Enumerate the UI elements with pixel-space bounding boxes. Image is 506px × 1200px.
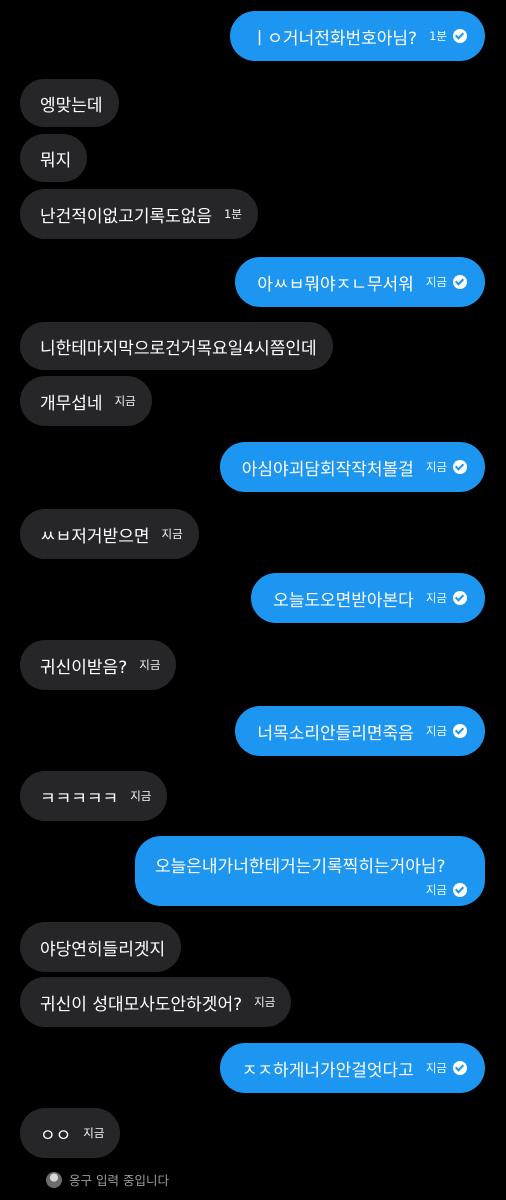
- received-message[interactable]: ㅇㅇ 지금: [20, 1108, 121, 1158]
- message-time: 지금: [425, 883, 447, 897]
- message-text: ㅈㅈ하게너가안걸엇다고: [241, 1060, 414, 1081]
- received-message[interactable]: 야당연히들리겟지: [20, 922, 182, 972]
- message-time: 1분: [429, 29, 447, 43]
- message-time: 지금: [254, 995, 276, 1009]
- message-text: 야당연히들리겟지: [40, 939, 166, 960]
- message-time: 지금: [425, 591, 447, 605]
- avatar: [46, 1171, 62, 1188]
- read-check-icon: [453, 591, 467, 605]
- received-message[interactable]: 난건적이없고기록도없음 1분: [20, 189, 258, 239]
- sent-message[interactable]: ㅈㅈ하게너가안걸엇다고 지금: [219, 1043, 485, 1093]
- sent-message[interactable]: 오늘도오면받아본다 지금: [251, 573, 485, 623]
- sent-message[interactable]: ㅣㅇ거너전화번호아님? 1분: [229, 11, 485, 61]
- read-check-icon: [453, 275, 467, 289]
- read-check-icon: [453, 1061, 467, 1075]
- typing-indicator: 옹구 입력 중입니다: [46, 1170, 169, 1189]
- message-text: 엥맞는데: [40, 95, 103, 116]
- message-time: 1분: [224, 207, 242, 221]
- received-message[interactable]: 뭐지: [20, 134, 88, 182]
- message-text: 귀신이받음?: [40, 657, 128, 678]
- message-text: ㅋㅋㅋㅋㅋ: [40, 788, 119, 809]
- message-time: 지금: [161, 527, 183, 541]
- received-message[interactable]: ㅆㅂ저거받으면 지금: [20, 509, 199, 559]
- read-check-icon: [453, 883, 467, 897]
- sent-message[interactable]: 아ㅆㅂ뭐야ㅈㄴ무서워 지금: [235, 257, 485, 307]
- received-message[interactable]: 개무섭네 지금: [20, 376, 152, 426]
- message-time: 지금: [83, 1126, 105, 1140]
- message-text: 난건적이없고기록도없음: [40, 206, 213, 227]
- message-time: 지금: [425, 460, 447, 474]
- read-check-icon: [453, 724, 467, 738]
- chat-thread: ㅣㅇ거너전화번호아님? 1분 엥맞는데 뭐지 난건적이없고기록도없음 1분 아ㅆ…: [0, 0, 506, 1200]
- sent-message[interactable]: 너목소리안들리면죽음 지금: [235, 706, 485, 756]
- message-time: 지금: [425, 275, 447, 289]
- received-message[interactable]: 니한테마지막으로건거목요일4시쯤인데: [20, 322, 333, 370]
- sent-message[interactable]: 아심야괴담회작작처볼걸 지금: [219, 442, 485, 492]
- read-check-icon: [453, 29, 467, 43]
- message-text: 니한테마지막으로건거목요일4시쯤인데: [40, 338, 317, 359]
- message-text: 오늘은내가너한테거는기록찍히는거아님?: [155, 857, 446, 877]
- message-time: 지금: [130, 789, 152, 803]
- message-text: 귀신이 성대모사도안하겟어?: [40, 994, 243, 1015]
- message-text: 개무섭네: [40, 393, 103, 414]
- message-text: ㅣㅇ거너전화번호아님?: [251, 28, 418, 49]
- received-message[interactable]: 귀신이 성대모사도안하겟어? 지금: [20, 977, 292, 1027]
- typing-text: 옹구 입력 중입니다: [69, 1173, 169, 1188]
- message-time: 지금: [425, 724, 447, 738]
- message-time: 지금: [139, 658, 161, 672]
- message-text: 오늘도오면받아본다: [273, 590, 414, 611]
- message-text: 아ㅆㅂ뭐야ㅈㄴ무서워: [257, 274, 414, 295]
- received-message[interactable]: ㅋㅋㅋㅋㅋ 지금: [20, 771, 168, 821]
- received-message[interactable]: 귀신이받음? 지금: [20, 640, 177, 690]
- message-text: 아심야괴담회작작처볼걸: [241, 459, 414, 480]
- received-message[interactable]: 엥맞는데: [20, 79, 119, 127]
- message-text: ㅆㅂ저거받으면: [40, 526, 150, 547]
- message-text: ㅇㅇ: [40, 1125, 72, 1146]
- message-time: 지금: [114, 394, 136, 408]
- message-text: 너목소리안들리면죽음: [257, 723, 414, 744]
- message-text: 뭐지: [40, 150, 72, 171]
- read-check-icon: [453, 460, 467, 474]
- message-time: 지금: [425, 1061, 447, 1075]
- sent-message[interactable]: 오늘은내가너한테거는기록찍히는거아님? 지금: [135, 836, 485, 906]
